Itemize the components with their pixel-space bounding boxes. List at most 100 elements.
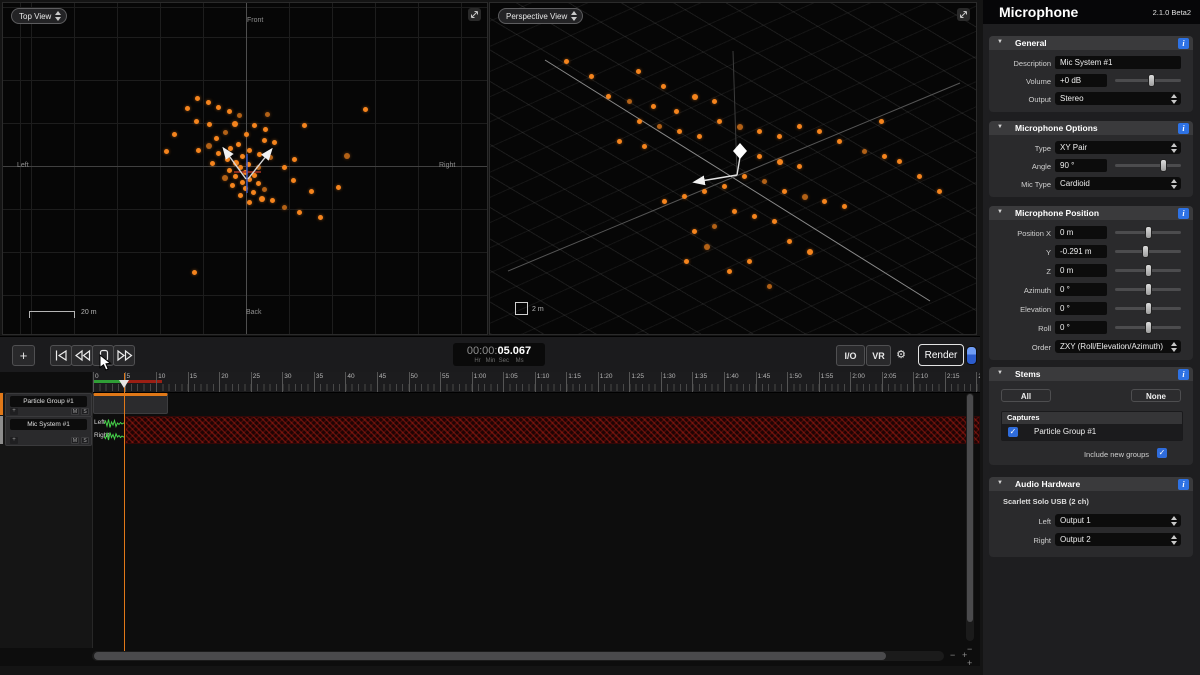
ruler-time-label: 1:40 <box>726 373 739 380</box>
playhead[interactable] <box>124 373 125 661</box>
vertical-scrollbar-thumb[interactable] <box>967 394 973 622</box>
ruler-major-tick <box>787 372 788 392</box>
position-slider[interactable] <box>1115 269 1181 272</box>
disclosure-triangle-icon[interactable]: ▼ <box>997 39 1003 45</box>
disclosure-triangle-icon[interactable]: ▼ <box>997 480 1003 486</box>
position-slider[interactable] <box>1115 231 1181 234</box>
mic-type-dropdown[interactable]: Cardioid <box>1055 177 1181 190</box>
track-add-button[interactable]: + <box>10 437 18 444</box>
vertical-scrollbar[interactable] <box>966 393 974 641</box>
capture-list-item[interactable]: ✓ Particle Group #1 <box>1002 424 1182 440</box>
vr-button[interactable]: VR <box>866 345 891 366</box>
position-slider-thumb[interactable] <box>1145 226 1152 239</box>
volume-field[interactable]: +0 dB <box>1055 74 1107 87</box>
ruler-major-tick <box>913 372 914 392</box>
disclosure-triangle-icon[interactable]: ▼ <box>997 124 1003 130</box>
io-button[interactable]: I/O <box>836 345 865 366</box>
transport-toolbar: + 00:00:05.067 Hr Min Sec Ms I/O VR ⚙ Re… <box>0 336 980 373</box>
fast-forward-button[interactable] <box>113 345 135 366</box>
settings-gear-icon[interactable]: ⚙ <box>892 345 910 364</box>
volume-slider[interactable] <box>1115 79 1181 82</box>
solo-button[interactable]: S <box>81 408 89 415</box>
track-header-mic-system[interactable]: Mic System #1 + M S <box>5 416 92 446</box>
microphone-gizmo-top[interactable] <box>3 3 487 334</box>
solo-button[interactable]: S <box>81 437 89 444</box>
angle-field[interactable]: 90 ° <box>1055 159 1107 172</box>
go-to-start-button[interactable] <box>50 345 72 366</box>
render-button[interactable]: Render <box>918 344 964 366</box>
output-left-value: Output 1 <box>1060 516 1171 525</box>
angle-slider-thumb[interactable] <box>1160 159 1167 172</box>
info-icon[interactable]: i <box>1178 369 1189 380</box>
microphone-gizmo-perspective[interactable] <box>490 3 976 334</box>
mute-button[interactable]: M <box>71 437 79 444</box>
volume-slider-thumb[interactable] <box>1148 74 1155 87</box>
position-slider-thumb[interactable] <box>1145 321 1152 334</box>
output-left-dropdown[interactable]: Output 1 <box>1055 514 1181 527</box>
position-value-field[interactable]: 0 ° <box>1055 321 1107 334</box>
ruler-time-label: 2:20 <box>978 373 980 380</box>
capture-checkbox[interactable]: ✓ <box>1008 427 1018 437</box>
timeline-zoom-out-button[interactable]: − <box>950 651 955 660</box>
stems-all-button[interactable]: All <box>1001 389 1051 402</box>
include-new-groups-checkbox[interactable]: ✓ <box>1157 448 1167 458</box>
view-selector-perspective[interactable]: Perspective View <box>498 8 583 24</box>
track-add-button[interactable]: + <box>10 408 18 415</box>
viewport-perspective-view[interactable]: 2 m Perspective View <box>489 2 977 335</box>
hardware-right-label: Right <box>989 536 1051 545</box>
add-object-button[interactable]: + <box>12 345 35 366</box>
time-display[interactable]: 00:00:05.067 Hr Min Sec Ms <box>453 343 545 366</box>
position-slider-thumb[interactable] <box>1142 245 1149 258</box>
output-value: Stereo <box>1060 94 1171 103</box>
time-ruler[interactable]: 05101520253035404550551:001:051:101:151:… <box>92 372 980 393</box>
track-header-particle-group[interactable]: Particle Group #1 + M S <box>5 393 92 417</box>
position-value-field[interactable]: 0 ° <box>1055 302 1107 315</box>
description-field[interactable]: Mic System #1 <box>1055 56 1181 69</box>
position-value-field[interactable]: 0 m <box>1055 264 1107 277</box>
info-icon[interactable]: i <box>1178 479 1189 490</box>
scale-square <box>515 302 528 315</box>
type-dropdown[interactable]: XY Pair <box>1055 141 1181 154</box>
mute-button[interactable]: M <box>71 408 79 415</box>
particle-group-clip[interactable] <box>93 393 168 414</box>
angle-slider[interactable] <box>1115 164 1181 167</box>
hardware-left-label: Left <box>989 517 1051 526</box>
position-slider[interactable] <box>1115 288 1181 291</box>
stems-none-button[interactable]: None <box>1131 389 1181 402</box>
info-icon[interactable]: i <box>1178 123 1189 134</box>
expand-icon-top-view[interactable] <box>468 8 481 21</box>
horizontal-scrollbar[interactable] <box>92 651 944 661</box>
track-zoom-in-button[interactable]: + <box>967 659 972 668</box>
rewind-button[interactable] <box>71 345 93 366</box>
disclosure-triangle-icon[interactable]: ▼ <box>997 209 1003 215</box>
playhead-marker[interactable] <box>119 380 129 388</box>
position-value-field[interactable]: -0.291 m <box>1055 245 1107 258</box>
track-name-field[interactable]: Mic System #1 <box>10 419 87 430</box>
position-slider-thumb[interactable] <box>1145 302 1152 315</box>
position-slider[interactable] <box>1115 250 1181 253</box>
section-microphone-position: ▼ Microphone Position i Position X0 mY-0… <box>989 206 1193 360</box>
position-row-label: Roll <box>989 324 1051 333</box>
horizontal-scrollbar-thumb[interactable] <box>94 652 886 660</box>
position-slider[interactable] <box>1115 326 1181 329</box>
section-title: General <box>1015 38 1047 48</box>
output-right-dropdown[interactable]: Output 2 <box>1055 533 1181 546</box>
expand-icon-perspective-view[interactable] <box>957 8 970 21</box>
section-general: ▼ General i Description Mic System #1 Vo… <box>989 36 1193 112</box>
position-slider-thumb[interactable] <box>1145 283 1152 296</box>
viewport-top-view[interactable]: Front Left Right Back 20 m Top View <box>2 2 488 335</box>
track-name-field[interactable]: Particle Group #1 <box>10 396 87 407</box>
position-value-field[interactable]: 0 m <box>1055 226 1107 239</box>
render-toggle[interactable] <box>966 346 977 365</box>
disclosure-triangle-icon[interactable]: ▼ <box>997 370 1003 376</box>
track-zoom-out-button[interactable]: − <box>967 645 972 654</box>
position-slider-thumb[interactable] <box>1145 264 1152 277</box>
view-selector-top[interactable]: Top View <box>11 8 67 24</box>
ruler-time-label: 0 <box>95 373 99 380</box>
info-icon[interactable]: i <box>1178 38 1189 49</box>
position-value-field[interactable]: 0 ° <box>1055 283 1107 296</box>
position-slider[interactable] <box>1115 307 1181 310</box>
info-icon[interactable]: i <box>1178 208 1189 219</box>
order-dropdown[interactable]: ZXY (Roll/Elevation/Azimuth) <box>1055 340 1181 353</box>
output-dropdown[interactable]: Stereo <box>1055 92 1181 105</box>
